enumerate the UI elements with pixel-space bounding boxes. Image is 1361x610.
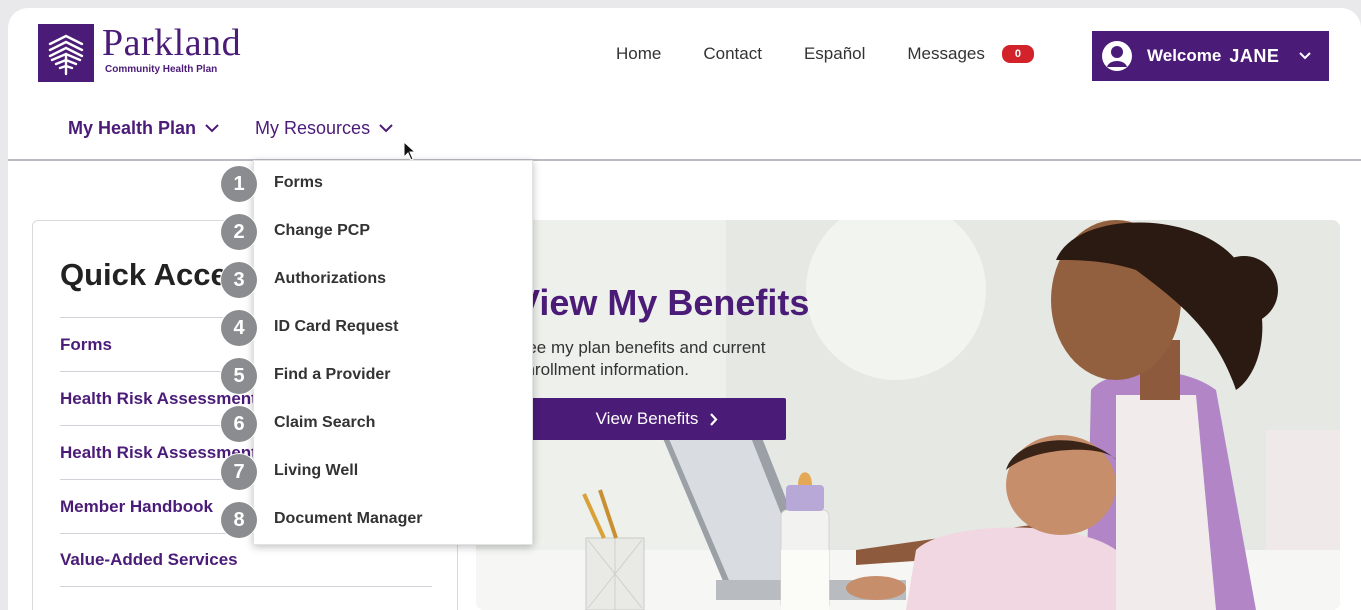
view-benefits-button[interactable]: View Benefits [528,398,786,440]
menu-my-health-plan-label: My Health Plan [68,118,197,138]
menu-my-resources-label: My Resources [255,118,371,138]
menu-my-health-plan[interactable]: My Health Plan [68,118,219,139]
callout-number-6: 6 [221,406,257,442]
user-avatar-icon [1102,41,1132,71]
main-menu: My Health Plan My Resources [68,118,393,139]
menu-my-resources[interactable]: My Resources [255,118,393,139]
brand-tagline: Community Health Plan [105,64,218,75]
callout-number-1: 1 [221,166,257,202]
nav-contact-link[interactable]: Contact [703,44,762,64]
nav-home-link[interactable]: Home [616,44,661,64]
callout-number-2: 2 [221,214,257,250]
dropdown-item-id-card-request[interactable]: ID Card Request [274,307,398,347]
callout-number-8: 8 [221,502,257,538]
callout-number-4: 4 [221,310,257,346]
messages-count-badge: 0 [1001,45,1034,63]
benefits-hero-banner: View My Benefits See my plan benefits an… [476,220,1340,610]
app-window: Parkland Community Health Plan Home Cont… [8,8,1361,610]
hero-description: See my plan benefits and current enrollm… [516,338,766,379]
dropdown-item-claim-search[interactable]: Claim Search [274,403,375,443]
nav-espanol-link[interactable]: Español [804,44,865,64]
user-menu-button[interactable]: Welcome JANE [1092,31,1329,81]
top-nav: Home Contact Español Messages 0 [616,44,1034,64]
chevron-down-icon [205,124,219,133]
dropdown-item-living-well[interactable]: Living Well [274,451,358,491]
dropdown-item-document-manager[interactable]: Document Manager [274,499,422,539]
callout-number-5: 5 [221,358,257,394]
chevron-right-icon [710,412,718,426]
messages-label: Messages [907,44,985,63]
hero-title: View My Benefits [516,282,810,323]
chevron-down-icon [379,124,393,133]
mouse-cursor-icon [403,141,417,161]
my-resources-dropdown: Forms Change PCP Authorizations ID Card … [253,160,533,545]
callout-number-3: 3 [221,262,257,298]
dropdown-item-change-pcp[interactable]: Change PCP [274,211,370,251]
nav-messages-link[interactable]: Messages 0 [907,44,1034,64]
header-divider [8,159,1361,161]
dropdown-item-find-a-provider[interactable]: Find a Provider [274,355,390,395]
parkland-logo[interactable]: Parkland Community Health Plan [38,24,241,82]
callout-number-7: 7 [221,454,257,490]
view-benefits-label: View Benefits [595,409,699,428]
dropdown-item-authorizations[interactable]: Authorizations [274,259,386,299]
parkland-logo-icon [38,24,94,82]
user-name: JANE [1229,45,1280,66]
welcome-label: Welcome [1147,46,1222,65]
dropdown-item-forms[interactable]: Forms [274,163,323,203]
chevron-down-icon [1299,47,1312,65]
brand-name: Parkland [102,22,242,64]
